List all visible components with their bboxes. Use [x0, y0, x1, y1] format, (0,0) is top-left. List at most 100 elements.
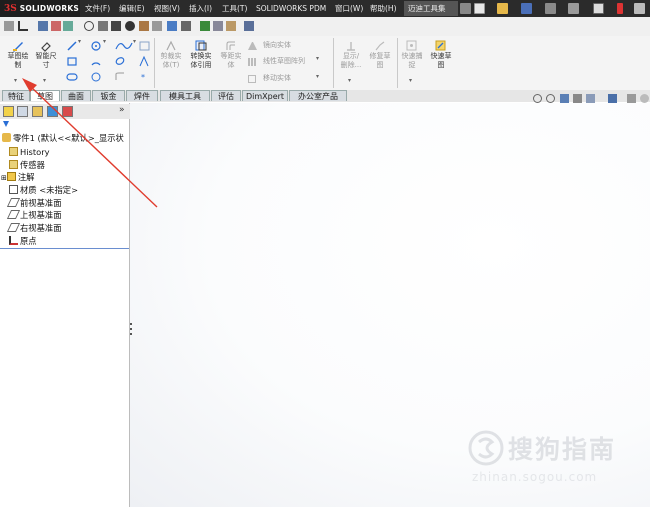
- linear-pattern-button[interactable]: 线性草图阵列: [248, 57, 338, 67]
- key-icon[interactable]: [4, 21, 14, 31]
- tab-mold-tools[interactable]: 模具工具: [160, 90, 210, 101]
- line-icon[interactable]: [67, 41, 77, 51]
- filter-icon[interactable]: [3, 121, 9, 127]
- macro-icon[interactable]: [244, 21, 254, 31]
- offset-entities-button[interactable]: 等距实 体: [217, 40, 245, 74]
- rapid-sketch-button[interactable]: 快速草 图: [428, 40, 454, 74]
- toolbox-icon[interactable]: [63, 21, 73, 31]
- move-dropdown-arrow[interactable]: ▾: [316, 73, 319, 80]
- section-view-icon[interactable]: [573, 94, 582, 103]
- tab-weldments[interactable]: 焊件: [126, 90, 158, 101]
- convert-entities-button[interactable]: 转换实 体引用: [187, 40, 215, 74]
- tool-icon[interactable]: [226, 21, 236, 31]
- menu-file[interactable]: 文件(F): [85, 2, 110, 15]
- text-icon[interactable]: [139, 55, 149, 67]
- tree-rollback-bar[interactable]: [0, 248, 129, 249]
- sketch-dropdown-arrow[interactable]: ▾: [14, 77, 17, 84]
- open-folder-icon[interactable]: [497, 3, 508, 14]
- tab-dimxpert[interactable]: DimXpert: [242, 90, 288, 101]
- menu-help[interactable]: 帮助(H): [370, 2, 397, 15]
- menu-insert[interactable]: 插入(I): [189, 2, 212, 15]
- spline-dropdown-arrow[interactable]: ▾: [133, 38, 136, 45]
- menu-edit[interactable]: 编辑(E): [119, 2, 145, 15]
- polygon-icon[interactable]: [91, 72, 101, 82]
- tab-surfaces[interactable]: 曲面: [61, 90, 91, 101]
- tab-features[interactable]: 特征: [2, 90, 30, 101]
- slot-icon[interactable]: [66, 73, 78, 81]
- zoom-to-area-icon[interactable]: [546, 94, 555, 103]
- evaluate-icon[interactable]: [152, 21, 162, 31]
- panel-expand-chevron-icon[interactable]: »: [119, 105, 125, 115]
- quick-snaps-dropdown-arrow[interactable]: ▾: [409, 77, 412, 84]
- display-style-icon[interactable]: [111, 21, 121, 31]
- tab-sheet-metal[interactable]: 钣金: [92, 90, 125, 101]
- line-dropdown-arrow[interactable]: ▾: [78, 38, 81, 45]
- spline-icon[interactable]: [115, 42, 133, 50]
- sketch-button[interactable]: 草图绘制: [5, 40, 31, 74]
- layer-icon[interactable]: [38, 21, 48, 31]
- axis-icon[interactable]: [18, 21, 28, 31]
- point-icon[interactable]: *: [141, 73, 145, 82]
- rectangle-icon[interactable]: [67, 57, 77, 66]
- circle-icon[interactable]: [91, 41, 101, 51]
- tree-item-top-plane[interactable]: 上视基准面: [6, 209, 62, 221]
- pan-icon[interactable]: [181, 21, 191, 31]
- menu-maidi-tools[interactable]: 迈迪工具集: [408, 2, 446, 15]
- feature-manager-tab-icon[interactable]: [3, 106, 14, 117]
- rebuild-traffic-light-icon[interactable]: [617, 3, 623, 14]
- new-document-icon[interactable]: [474, 3, 485, 14]
- mate-icon[interactable]: [139, 21, 149, 31]
- dimxpert-manager-tab-icon[interactable]: [47, 106, 58, 117]
- edit-appearance-icon[interactable]: [640, 94, 649, 103]
- hide-show-icon[interactable]: [125, 21, 135, 31]
- panel-splitter-handle[interactable]: [129, 320, 134, 342]
- tab-evaluate[interactable]: 评估: [211, 90, 241, 101]
- menu-tools[interactable]: 工具(T): [222, 2, 247, 15]
- tree-item-origin[interactable]: 原点: [9, 235, 37, 247]
- trim-entities-button[interactable]: 剪裁实 体(T): [157, 40, 185, 74]
- view-orientation-icon[interactable]: [98, 21, 108, 31]
- menu-view[interactable]: 视图(V): [154, 2, 180, 15]
- table-icon[interactable]: [213, 21, 223, 31]
- quick-snaps-button[interactable]: 快速捕 捉: [399, 40, 425, 74]
- display-manager-tab-icon[interactable]: [62, 106, 73, 117]
- solidworks-logo[interactable]: 3S SOLIDWORKS: [0, 0, 80, 17]
- tree-root-part[interactable]: 零件1 (默认<<默认>_显示状: [2, 132, 124, 144]
- view-orientation-heads-up-icon[interactable]: [586, 94, 595, 103]
- show-delete-relations-button[interactable]: 显示/ 删除...: [337, 40, 365, 74]
- tree-item-right-plane[interactable]: 右视基准面: [6, 222, 62, 234]
- linear-pattern-dropdown-arrow[interactable]: ▾: [316, 55, 319, 62]
- display-style-heads-up-icon[interactable]: [608, 94, 617, 103]
- configuration-manager-tab-icon[interactable]: [32, 106, 43, 117]
- pin-icon[interactable]: [460, 3, 471, 14]
- circle-tool-icon[interactable]: [84, 21, 94, 31]
- color-icon[interactable]: [51, 21, 61, 31]
- undo-icon[interactable]: [568, 3, 579, 14]
- relations-dropdown-arrow[interactable]: ▾: [348, 77, 351, 84]
- smart-dimension-dropdown-arrow[interactable]: ▾: [43, 77, 46, 84]
- mirror-entities-button[interactable]: 镜向实体: [248, 41, 338, 51]
- tree-item-annotations[interactable]: ⊞ 注解: [1, 171, 34, 184]
- smart-dimension-button[interactable]: 智能尺 寸: [33, 40, 59, 74]
- select-cursor-icon[interactable]: [593, 3, 604, 14]
- menu-pdm[interactable]: SOLIDWORKS PDM: [256, 2, 326, 15]
- tree-item-sensors[interactable]: 传感器: [9, 159, 45, 171]
- hide-show-items-icon[interactable]: [627, 94, 636, 103]
- menu-window[interactable]: 窗口(W): [335, 2, 363, 15]
- save-icon[interactable]: [521, 3, 532, 14]
- repair-sketch-button[interactable]: 修复草 图: [366, 40, 394, 74]
- previous-view-icon[interactable]: [560, 94, 569, 103]
- print-icon[interactable]: [545, 3, 556, 14]
- ellipse-icon[interactable]: [115, 56, 125, 65]
- tab-sketch[interactable]: 草图: [30, 90, 60, 101]
- circle-dropdown-arrow[interactable]: ▾: [103, 38, 106, 45]
- arc-icon[interactable]: [91, 62, 101, 66]
- surface-sketch-icon[interactable]: [139, 41, 150, 51]
- zoom-icon[interactable]: [167, 21, 177, 31]
- tree-item-history[interactable]: History: [9, 146, 50, 158]
- options-icon[interactable]: [634, 3, 645, 14]
- zoom-to-fit-icon[interactable]: [533, 94, 542, 103]
- tree-item-material[interactable]: 材质 <未指定>: [9, 184, 78, 196]
- fillet-icon[interactable]: [115, 72, 124, 80]
- excel-icon[interactable]: [200, 21, 210, 31]
